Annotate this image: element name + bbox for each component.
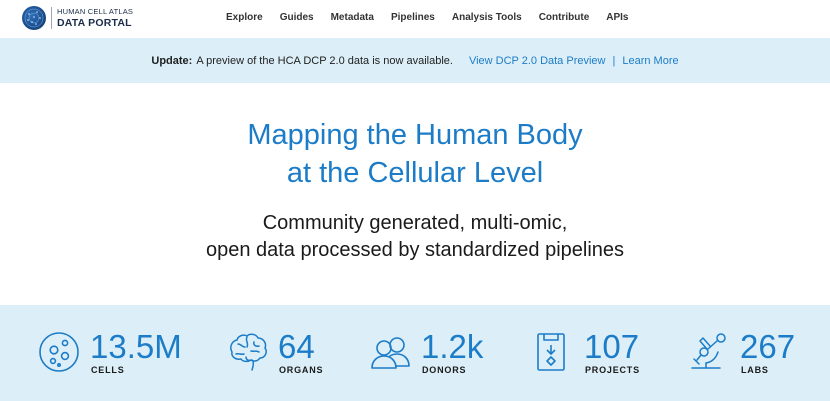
logo[interactable]: HUMAN CELL ATLAS DATA PORTAL (22, 6, 133, 30)
stat-donors-value: 1.2k (421, 328, 484, 365)
stat-donors-label: DONORS (422, 365, 467, 375)
hero-title-line2: at the Cellular Level (286, 157, 544, 189)
nav-guides[interactable]: Guides (280, 12, 314, 23)
stat-projects-label: PROJECTS (585, 365, 640, 375)
learn-more-link[interactable]: Learn More (622, 55, 678, 67)
hero-section: Mapping the Human Body at the Cellular L… (0, 83, 830, 305)
hero-title-line1: Mapping the Human Body (247, 119, 583, 151)
stat-cells-label: CELLS (91, 365, 125, 375)
hero-subtitle-line1: Community generated, multi-omic, (262, 212, 568, 234)
logo-divider (51, 7, 52, 29)
announcement-banner: Update: A preview of the HCA DCP 2.0 dat… (0, 38, 830, 83)
stat-organs-value: 64 (278, 328, 315, 365)
nav-analysis-tools[interactable]: Analysis Tools (452, 12, 522, 23)
stat-labs-label: LABS (741, 365, 769, 375)
logo-line1: HUMAN CELL ATLAS (57, 7, 134, 16)
view-dcp-preview-link[interactable]: View DCP 2.0 Data Preview (469, 55, 606, 67)
nav-metadata[interactable]: Metadata (331, 12, 374, 23)
nav-pipelines[interactable]: Pipelines (391, 12, 435, 23)
globe-logo-icon (22, 6, 46, 30)
stat-organs-label: ORGANS (279, 365, 324, 375)
hero-title: Mapping the Human Body at the Cellular L… (0, 116, 830, 192)
banner-separator: | (612, 54, 616, 67)
projects-icon (532, 330, 576, 374)
donors-icon (369, 330, 413, 374)
stats-bar: 13.5M CELLS 64 ORGANS 1.2k DONORS 107 PR… (0, 305, 830, 401)
site-header: HUMAN CELL ATLAS DATA PORTAL Explore Gui… (0, 0, 830, 38)
logo-line2: DATA PORTAL (57, 16, 132, 29)
stat-cells-value: 13.5M (90, 328, 182, 365)
nav-explore[interactable]: Explore (226, 12, 263, 23)
hero-subtitle: Community generated, multi-omic, open da… (0, 210, 830, 264)
microscope-icon (688, 330, 732, 374)
stat-labs-value: 267 (740, 328, 796, 365)
brain-icon (226, 330, 270, 374)
hero-subtitle-line2: open data processed by standardized pipe… (205, 239, 625, 261)
logo-text: HUMAN CELL ATLAS DATA PORTAL (57, 8, 133, 28)
cells-icon (38, 330, 82, 374)
stat-projects-value: 107 (584, 328, 640, 365)
banner-message: A preview of the HCA DCP 2.0 data is now… (196, 54, 453, 67)
main-nav: Explore Guides Metadata Pipelines Analys… (226, 12, 628, 23)
banner-update-label: Update: (151, 54, 193, 67)
nav-contribute[interactable]: Contribute (539, 12, 590, 23)
nav-apis[interactable]: APIs (606, 12, 628, 23)
